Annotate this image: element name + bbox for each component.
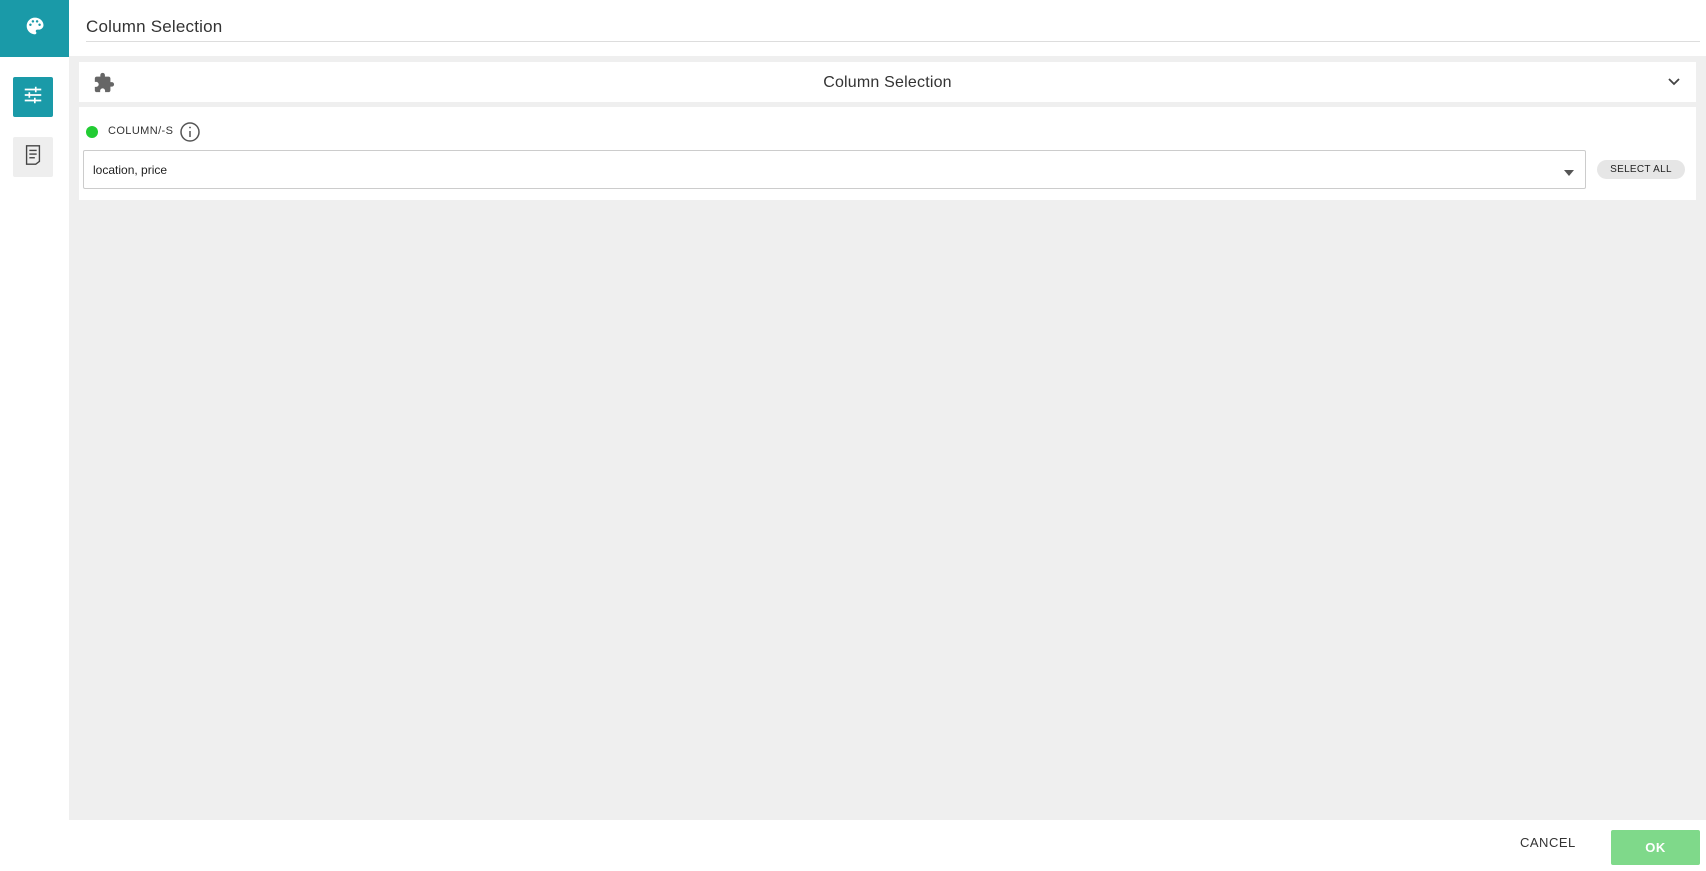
chevron-down-icon[interactable] — [1666, 74, 1682, 90]
cancel-button[interactable]: CANCEL — [1520, 835, 1576, 850]
rail-description-button[interactable] — [13, 137, 53, 177]
page-title: Column Selection — [86, 17, 223, 36]
palette-icon[interactable] — [25, 16, 45, 41]
status-indicator — [86, 126, 98, 138]
column-select-dropdown[interactable]: location, price — [83, 150, 1586, 189]
info-icon[interactable] — [179, 121, 201, 143]
dialog-title-bar: Column Selection — [86, 0, 1700, 42]
column-field-label: COLUMN/-S — [108, 125, 174, 137]
section-title: Column Selection — [823, 74, 952, 91]
rail-header — [0, 0, 69, 57]
main-content: Column Selection COLUMN/-S location, pri… — [69, 56, 1706, 820]
dropdown-arrow-icon — [1563, 165, 1575, 176]
left-rail — [0, 0, 69, 871]
sliders-icon — [22, 84, 44, 111]
dialog-footer: CANCEL OK — [69, 820, 1706, 871]
column-select-value: location, price — [93, 163, 168, 177]
column-selection-panel: COLUMN/-S location, price SELECT ALL — [79, 107, 1696, 200]
document-icon — [23, 144, 43, 171]
rail-settings-button[interactable] — [13, 77, 53, 117]
ok-button[interactable]: OK — [1611, 830, 1700, 865]
section-header-column-selection[interactable]: Column Selection — [79, 62, 1696, 102]
select-all-button[interactable]: SELECT ALL — [1597, 160, 1685, 179]
